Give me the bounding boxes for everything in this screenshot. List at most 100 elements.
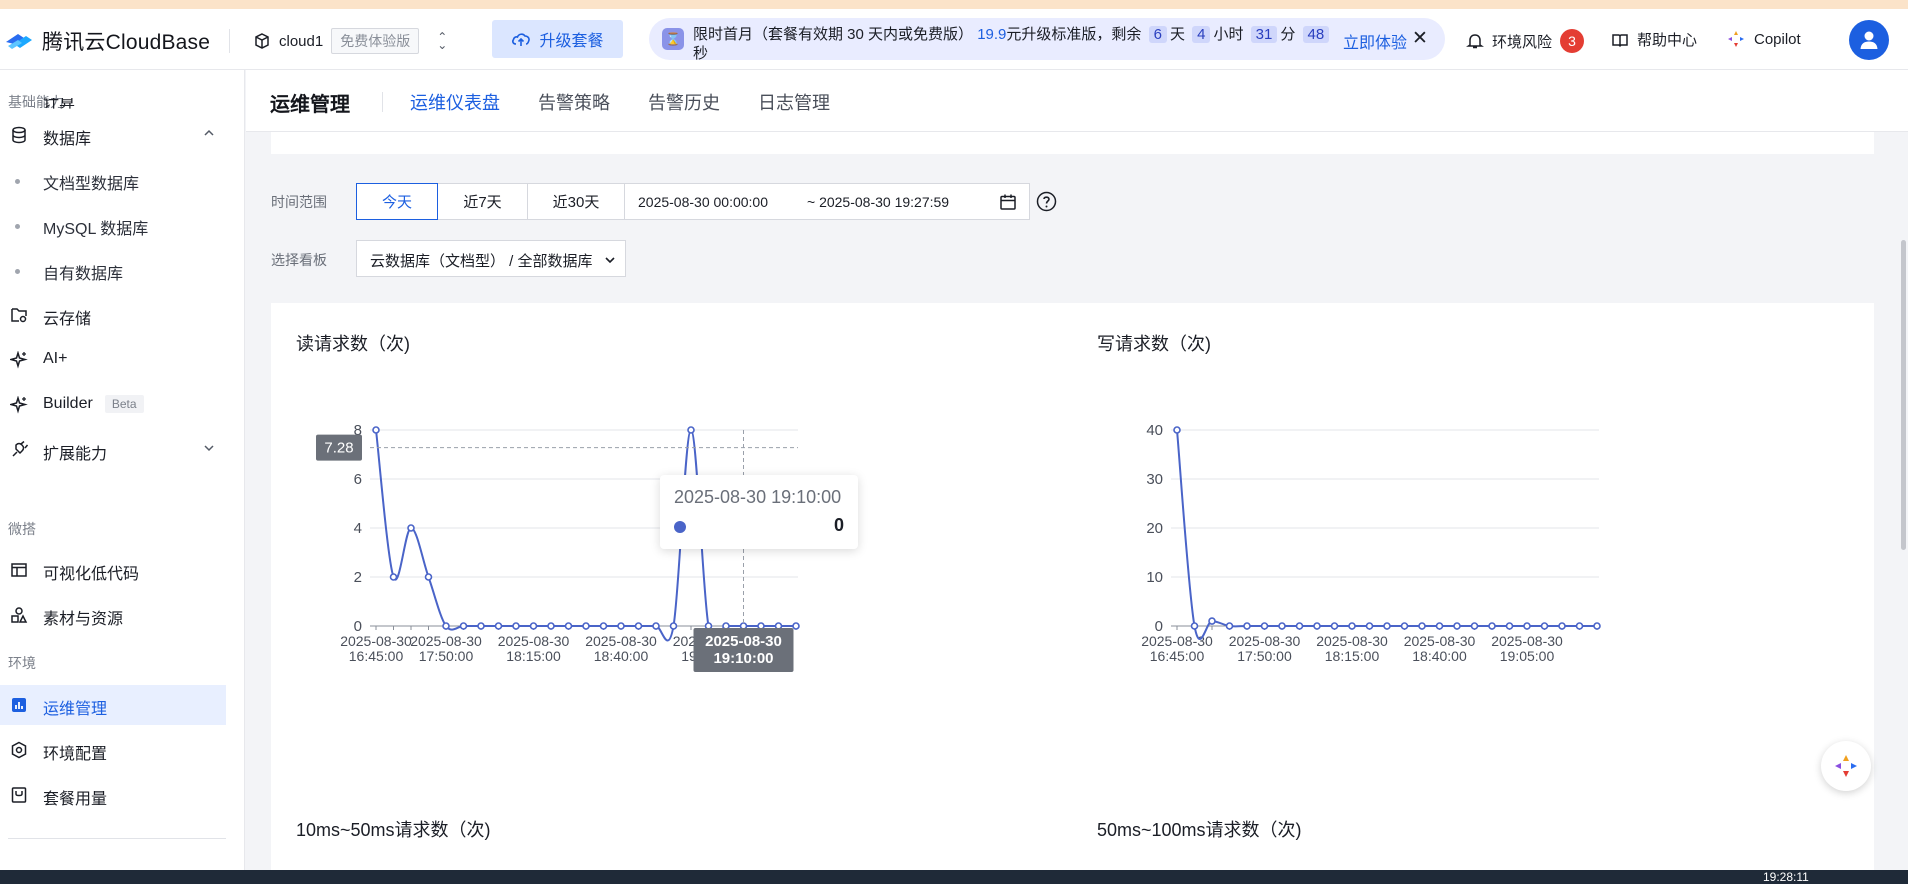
- tab-alert-history[interactable]: 告警历史: [648, 89, 720, 115]
- promo-try-link[interactable]: 立即体验: [1343, 29, 1407, 53]
- data-point: [669, 622, 678, 630]
- sidebar-section-weda: 微搭: [8, 521, 36, 537]
- x-tick-label-time: 18:40:00: [594, 648, 649, 664]
- x-tick-label-time: 18:15:00: [1325, 648, 1380, 664]
- chevron-up-icon: [204, 129, 214, 136]
- sidebar-item-database[interactable]: 数据库: [0, 115, 226, 155]
- bar-chart-icon: [12, 698, 26, 712]
- sidebar-item-lowcode[interactable]: 可视化低代码: [0, 550, 226, 590]
- sidebar-item-builder[interactable]: Builder Beta: [0, 385, 226, 425]
- data-point: [1365, 622, 1374, 630]
- page-header: 运维管理 运维仪表盘 告警策略 告警历史 日志管理: [246, 70, 1908, 132]
- sidebar-item-compute[interactable]: 计算: [0, 98, 226, 110]
- builder-sparkle-icon: [10, 396, 28, 414]
- logo-text: 腾讯云CloudBase: [42, 31, 211, 54]
- data-point: [1558, 622, 1566, 630]
- chart-title-50-100ms: 50ms~100ms请求数（次): [1097, 820, 1302, 840]
- plug-icon: [12, 441, 28, 457]
- data-point: [1348, 622, 1356, 630]
- avatar[interactable]: [1849, 20, 1889, 60]
- chart-title-write: 写请求数（次): [1097, 334, 1211, 354]
- date-range-picker[interactable]: 2025-08-30 00:00:00 ~ 2025-08-30 19:27:5…: [624, 183, 1030, 220]
- promo-minutes: 31: [1250, 26, 1278, 43]
- help-center-link[interactable]: 帮助中心: [1611, 29, 1697, 50]
- tab-dashboard[interactable]: 运维仪表盘: [410, 89, 500, 115]
- data-point: [1260, 622, 1269, 630]
- env-switcher[interactable]: cloud1 免费体验版 ⌃ ⌄: [253, 28, 447, 54]
- top-card: [271, 132, 1874, 154]
- bell-icon: [1466, 34, 1484, 49]
- data-point: [1278, 622, 1286, 630]
- x-tick-label-time: 16:45:00: [349, 648, 404, 664]
- storage-icon: [11, 308, 27, 323]
- risk-count-badge: 3: [1560, 29, 1585, 53]
- sidebar: 基础能力 计算 数据库 文档型数据库 MySQL 数据库 自有数据库 云存储 A…: [0, 70, 245, 870]
- board-value: 云数据库（文档型） / 全部数据库: [370, 253, 593, 270]
- tab-log-management[interactable]: 日志管理: [758, 89, 830, 115]
- sidebar-item-env-config[interactable]: 环境配置: [0, 730, 226, 770]
- read-requests-chart[interactable]: 024682025-08-3016:45:002025-08-3017:50:0…: [296, 410, 996, 720]
- data-point: [634, 622, 643, 630]
- copilot-link[interactable]: Copilot: [1726, 29, 1801, 49]
- data-point: [1470, 622, 1479, 630]
- chevron-down-icon: [204, 445, 214, 452]
- data-point: [1523, 622, 1531, 630]
- sidebar-item-extensions[interactable]: 扩展能力: [0, 430, 226, 470]
- env-risk-link[interactable]: 环境风险 3: [1466, 29, 1585, 53]
- tab-alert-policy[interactable]: 告警策略: [538, 89, 610, 115]
- package-icon: [11, 787, 27, 803]
- assistant-float-button[interactable]: [1821, 741, 1871, 791]
- data-point: [652, 622, 660, 630]
- data-point: [547, 622, 555, 630]
- close-icon[interactable]: ✕: [1412, 27, 1428, 50]
- crosshair-x-label-time: 19:10:00: [713, 650, 773, 667]
- layout-icon: [11, 563, 27, 577]
- data-point: [1208, 617, 1216, 625]
- cloudbase-logo-icon: [6, 34, 32, 49]
- sidebar-item-materials[interactable]: 素材与资源: [0, 595, 226, 635]
- sidebar-item-usage[interactable]: 套餐用量: [0, 775, 226, 815]
- data-point: [1593, 622, 1601, 630]
- data-point: [1383, 622, 1391, 630]
- promo-hours: 4: [1192, 26, 1211, 43]
- sidebar-item-storage[interactable]: 云存储: [0, 295, 226, 335]
- top-header: 腾讯云CloudBase cloud1 免费体验版 ⌃ ⌄ 升级套餐 ⌛ 限时首月…: [0, 9, 1908, 70]
- y-tick-label: 10: [1146, 569, 1163, 586]
- sidebar-item-ops[interactable]: 运维管理: [0, 685, 226, 725]
- sidebar-item-doc-db[interactable]: 文档型数据库: [0, 160, 226, 200]
- data-point: [564, 622, 573, 630]
- upgrade-button[interactable]: 升级套餐: [492, 20, 623, 58]
- tooltip-value: 0: [833, 515, 844, 535]
- data-point: [617, 622, 625, 630]
- range-today-button[interactable]: 今天: [356, 183, 438, 220]
- data-point: [1190, 622, 1199, 630]
- env-switch-icon[interactable]: ⌃ ⌄: [437, 31, 447, 51]
- data-point: [1505, 622, 1514, 630]
- sidebar-item-ai[interactable]: AI+: [0, 340, 226, 380]
- data-point: [459, 622, 468, 630]
- data-point: [442, 622, 450, 630]
- logo[interactable]: 腾讯云CloudBase: [4, 26, 210, 56]
- range-7d-button[interactable]: 近7天: [437, 183, 528, 220]
- shapes-icon: [11, 607, 28, 623]
- promo-banner: ⌛ 限时首月（套餐有效期 30 天内或免费版） 19.9元升级标准版，剩余 6天…: [649, 18, 1445, 62]
- cube-icon: [255, 33, 269, 49]
- data-point: [407, 524, 415, 532]
- range-30d-button[interactable]: 近30天: [527, 183, 625, 220]
- settings-cube-icon: [11, 741, 27, 759]
- sidebar-item-mysql-db[interactable]: MySQL 数据库: [0, 205, 226, 245]
- copilot-icon: [1728, 31, 1744, 47]
- data-point: [477, 622, 485, 630]
- help-circle-icon[interactable]: [1036, 191, 1057, 212]
- hourglass-icon: ⌛: [662, 28, 684, 50]
- sidebar-item-own-db[interactable]: 自有数据库: [0, 250, 226, 290]
- page-scrollbar[interactable]: [1901, 240, 1906, 550]
- write-requests-chart[interactable]: 0102030402025-08-3016:45:002025-08-3017:…: [1097, 410, 1797, 720]
- board-select[interactable]: 云数据库（文档型） / 全部数据库: [356, 240, 626, 277]
- book-icon: [1612, 33, 1628, 47]
- crosshair-x-label-date: 2025-08-30: [705, 633, 782, 650]
- date-end: ~ 2025-08-30 19:27:59: [807, 194, 950, 210]
- chart-title-read: 读请求数（次): [296, 334, 410, 354]
- data-point: [1225, 622, 1234, 630]
- data-point: [1330, 622, 1339, 630]
